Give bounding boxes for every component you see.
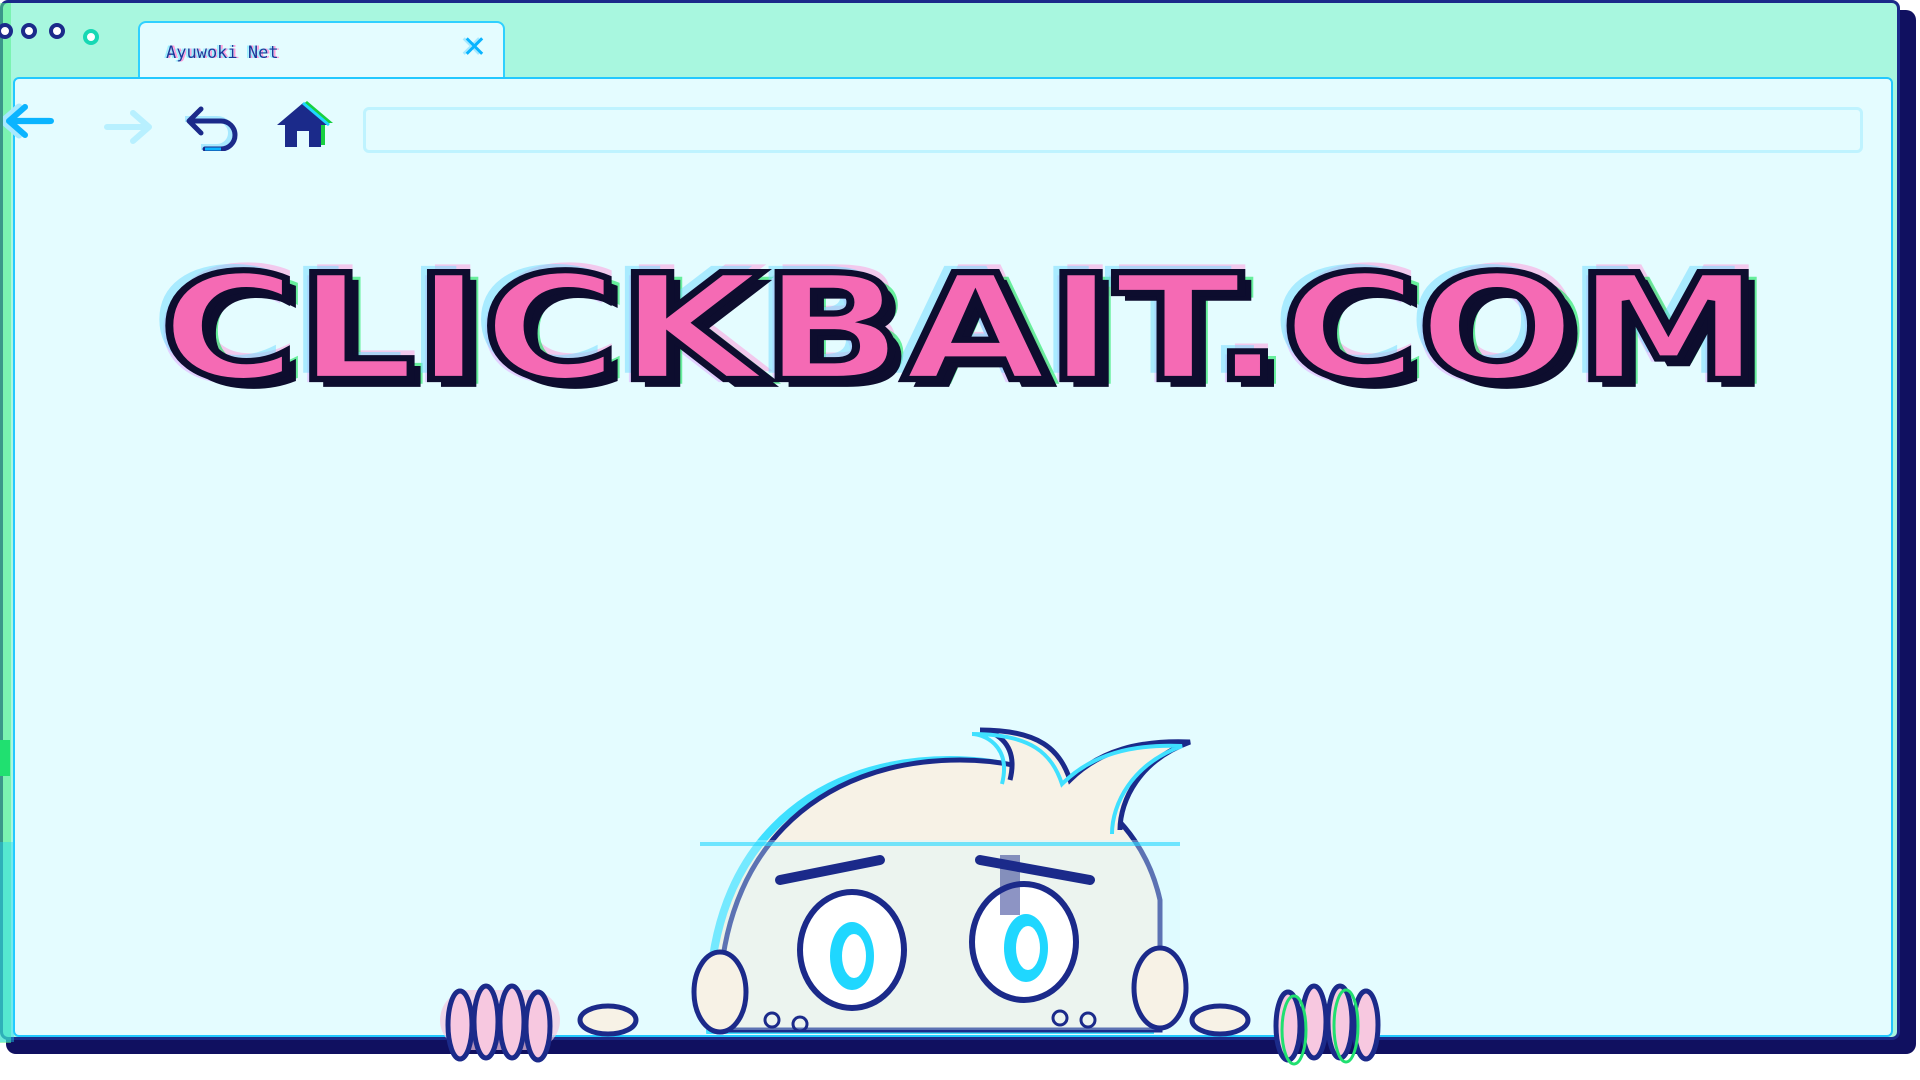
glitch-strip — [1000, 855, 1020, 915]
right-hand — [1189, 983, 1381, 1066]
left-hand — [440, 983, 639, 1063]
browser-window: Ayuwoki Net ✕ CLICKBAIT.COM — [0, 0, 1920, 1080]
glitch-strip — [0, 842, 14, 1042]
undo-icon[interactable] — [181, 103, 245, 151]
glitch-strip — [0, 740, 10, 776]
peeking-character-illustration — [440, 727, 1381, 1066]
glitch-strip — [700, 842, 1180, 846]
close-icon[interactable]: ✕ — [462, 33, 487, 63]
window-dot-ghost — [83, 29, 99, 45]
page-headline: CLICKBAIT.COM — [156, 243, 1766, 415]
browser-tab[interactable]: Ayuwoki Net ✕ — [138, 21, 505, 81]
home-icon[interactable] — [273, 99, 333, 151]
arrow-right-icon[interactable] — [103, 107, 159, 147]
arrow-left-icon[interactable] — [3, 101, 59, 141]
window-dot-close[interactable] — [0, 23, 13, 39]
address-bar[interactable] — [363, 107, 1863, 153]
tab-title: Ayuwoki Net — [166, 43, 279, 63]
window-dot-maximize[interactable] — [49, 23, 65, 39]
window-dot-minimize[interactable] — [21, 23, 37, 39]
